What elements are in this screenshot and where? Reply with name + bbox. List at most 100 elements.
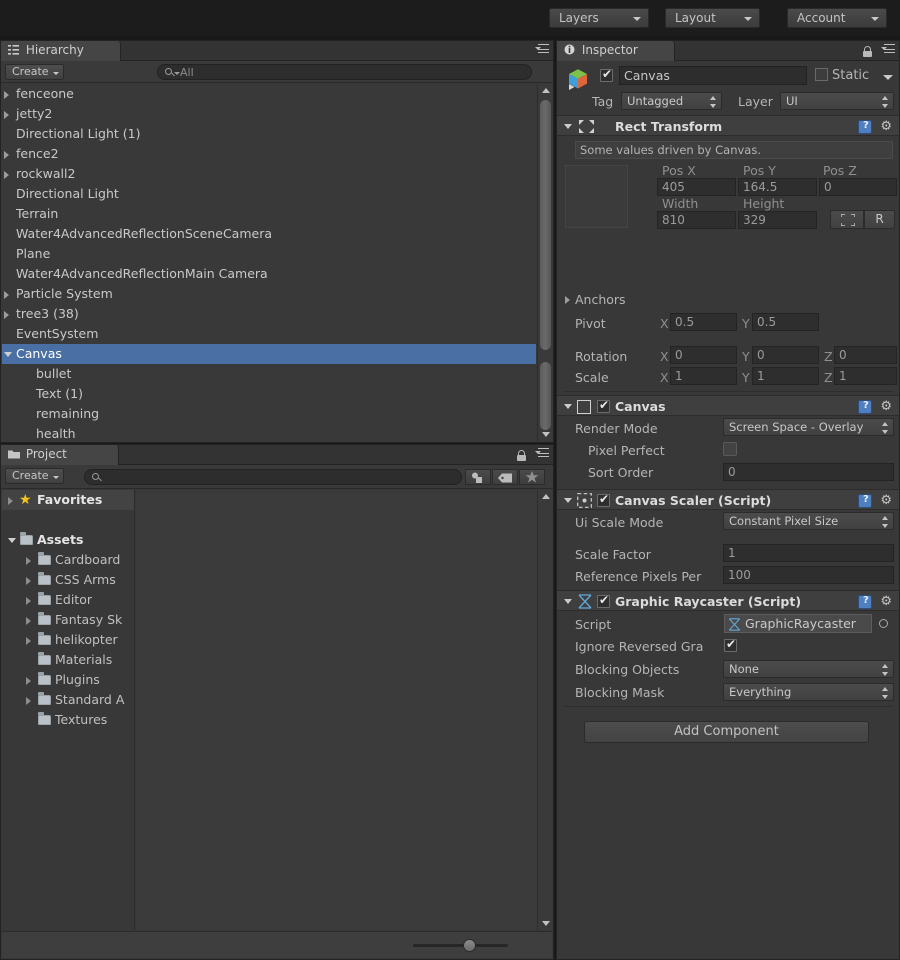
hierarchy-item[interactable]: Canvas	[2, 344, 536, 364]
project-tree-item[interactable]: Textures	[2, 710, 134, 730]
hierarchy-item[interactable]: Terrain	[2, 204, 536, 224]
rotation-x-field[interactable]: 0	[670, 346, 737, 364]
project-folder-tree[interactable]: ★ Favorites Assets Cardboard CSS Arms Editor F…	[2, 490, 135, 930]
hierarchy-item[interactable]: Plane	[2, 244, 536, 264]
chevron-down-icon[interactable]	[883, 75, 893, 80]
chevron-right-icon[interactable]	[4, 311, 9, 319]
hierarchy-item[interactable]: Particle System	[2, 284, 536, 304]
chevron-right-icon[interactable]	[26, 697, 31, 705]
scale-factor-field[interactable]: 1	[723, 544, 894, 562]
gameobject-name-field[interactable]: Canvas	[619, 66, 807, 85]
hierarchy-item[interactable]: rockwall2	[2, 164, 536, 184]
rotation-z-field[interactable]: 0	[834, 346, 897, 364]
chevron-right-icon[interactable]	[4, 171, 9, 179]
project-content-area[interactable]	[136, 490, 537, 930]
canvas-scaler-enabled-checkbox[interactable]	[597, 492, 610, 507]
layer-dropdown[interactable]: UI	[780, 92, 894, 110]
pivot-x-field[interactable]: 0.5	[670, 313, 737, 331]
foldout-arrow-icon[interactable]	[564, 498, 572, 503]
foldout-arrow-icon[interactable]	[8, 538, 16, 543]
layout-dropdown[interactable]: Layout	[665, 8, 760, 28]
project-tree-item[interactable]: Editor	[2, 590, 134, 610]
scale-z-field[interactable]: 1	[834, 367, 897, 385]
foldout-arrow-icon[interactable]	[564, 124, 572, 129]
anchor-preset-box[interactable]	[565, 165, 628, 228]
hierarchy-item[interactable]: Water4AdvancedReflectionMain Camera	[2, 264, 536, 284]
render-mode-dropdown[interactable]: Screen Space - Overlay	[723, 418, 894, 436]
foldout-arrow-icon[interactable]	[564, 599, 572, 604]
hierarchy-create-button[interactable]: Create	[5, 64, 64, 80]
canvas-component-header[interactable]: Canvas ⚙	[557, 395, 899, 416]
panel-menu-icon[interactable]	[535, 448, 549, 459]
gameobject-enabled-checkbox[interactable]	[600, 67, 613, 82]
tab-hierarchy[interactable]: Hierarchy	[1, 41, 121, 61]
rect-transform-header[interactable]: Rect Transform ⚙	[557, 115, 899, 136]
scrollbar-thumb-secondary[interactable]	[540, 362, 551, 430]
hierarchy-item[interactable]: EventSystem	[2, 324, 536, 344]
project-tree-item[interactable]: Materials	[2, 650, 134, 670]
hierarchy-scrollbar[interactable]	[537, 84, 552, 441]
project-create-button[interactable]: Create	[5, 468, 64, 484]
rotation-y-field[interactable]: 0	[752, 346, 819, 364]
chevron-right-icon[interactable]	[26, 577, 31, 585]
sort-order-field[interactable]: 0	[723, 463, 894, 481]
scroll-down-arrow-icon[interactable]	[542, 921, 550, 926]
help-icon[interactable]	[858, 595, 872, 609]
scroll-down-arrow-icon[interactable]	[542, 432, 550, 437]
chevron-right-icon[interactable]	[26, 677, 31, 685]
ui-scale-mode-dropdown[interactable]: Constant Pixel Size	[723, 512, 894, 530]
pixel-perfect-checkbox[interactable]	[723, 442, 737, 456]
reference-pixels-field[interactable]: 100	[723, 566, 894, 584]
hierarchy-item[interactable]: Directional Light	[2, 184, 536, 204]
hierarchy-item[interactable]: Text (1)	[2, 384, 536, 404]
anchor-preset-icon[interactable]	[830, 210, 864, 229]
tag-dropdown[interactable]: Untagged	[621, 92, 722, 110]
zoom-slider-thumb[interactable]	[463, 939, 476, 952]
project-tree-item[interactable]	[2, 510, 134, 530]
graphic-raycaster-header[interactable]: Graphic Raycaster (Script) ⚙	[557, 590, 899, 611]
scroll-up-arrow-icon[interactable]	[542, 88, 550, 93]
project-tree-item[interactable]: CSS Arms	[2, 570, 134, 590]
help-icon[interactable]	[858, 494, 872, 508]
project-tree-item[interactable]: helikopter	[2, 630, 134, 650]
chevron-right-icon[interactable]	[26, 597, 31, 605]
favorite-star-icon[interactable]	[519, 469, 545, 485]
project-tree-item[interactable]: Standard A	[2, 690, 134, 710]
anchors-foldout-icon[interactable]	[565, 296, 570, 304]
account-dropdown[interactable]: Account	[787, 8, 887, 28]
blocking-objects-dropdown[interactable]: None	[723, 660, 894, 678]
panel-menu-icon[interactable]	[881, 44, 895, 55]
shapes-filter-icon[interactable]	[465, 469, 491, 485]
hierarchy-search-input[interactable]: All	[157, 64, 532, 80]
hierarchy-item[interactable]: fence2	[2, 144, 536, 164]
hierarchy-item[interactable]: bullet	[2, 364, 536, 384]
canvas-enabled-checkbox[interactable]	[597, 398, 610, 413]
pos-x-field[interactable]: 405	[657, 178, 736, 196]
tab-inspector[interactable]: Inspector	[557, 41, 675, 61]
help-icon[interactable]	[858, 400, 872, 414]
add-component-button[interactable]: Add Component	[584, 721, 869, 743]
pivot-y-field[interactable]: 0.5	[752, 313, 819, 331]
tab-project[interactable]: Project	[1, 445, 119, 465]
pos-z-field[interactable]: 0	[819, 178, 897, 196]
foldout-arrow-icon[interactable]	[4, 352, 12, 357]
layers-dropdown[interactable]: Layers	[549, 8, 649, 28]
height-field[interactable]: 329	[738, 211, 817, 229]
lock-icon[interactable]	[863, 46, 873, 57]
raw-edit-button[interactable]: R	[864, 210, 895, 229]
scrollbar-thumb[interactable]	[540, 100, 551, 350]
hierarchy-item[interactable]: health	[2, 424, 536, 441]
project-search-input[interactable]	[84, 469, 462, 485]
hierarchy-item[interactable]: Directional Light (1)	[2, 124, 536, 144]
chevron-right-icon[interactable]	[26, 617, 31, 625]
hierarchy-item[interactable]: tree3 (38)	[2, 304, 536, 324]
static-checkbox[interactable]	[815, 68, 828, 81]
scale-y-field[interactable]: 1	[752, 367, 819, 385]
gear-icon[interactable]: ⚙	[880, 400, 892, 413]
hierarchy-list[interactable]: fenceone jetty2 Directional Light (1) fence…	[2, 84, 536, 441]
project-tree-item[interactable]: Assets	[2, 530, 134, 550]
project-tree-item[interactable]: Cardboard	[2, 550, 134, 570]
project-scrollbar[interactable]	[537, 490, 552, 930]
graphic-raycaster-enabled-checkbox[interactable]	[597, 593, 610, 608]
gear-icon[interactable]: ⚙	[880, 595, 892, 608]
